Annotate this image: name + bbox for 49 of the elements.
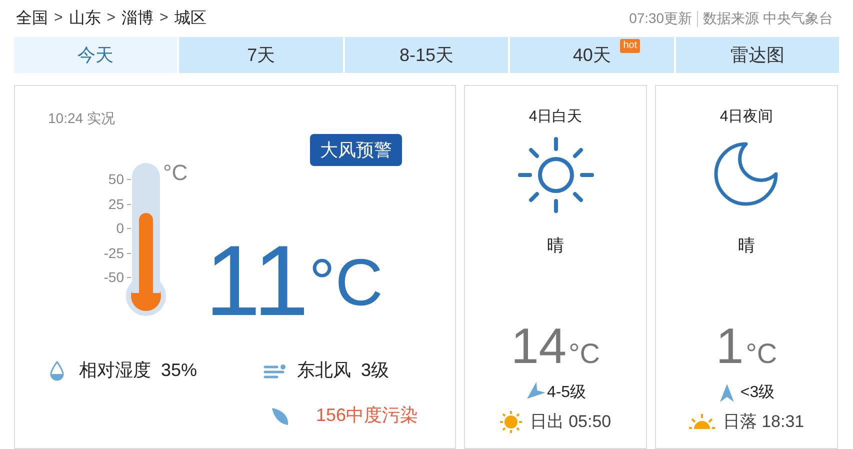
update-time: 07:30更新 <box>629 9 692 28</box>
wind-level: 4-5级 <box>546 383 586 403</box>
observation-time: 10:24 实况 <box>48 109 115 128</box>
scale-unit: °C <box>163 161 188 185</box>
warning-badge: 大风预警 <box>310 134 402 166</box>
period-temperature: 14 <box>510 323 567 369</box>
tab[interactable]: 40天 hot <box>510 37 674 73</box>
data-source: 数据来源 中央气象台 <box>703 9 833 28</box>
temperature-unit: °C <box>568 339 600 369</box>
sun-icon <box>500 410 522 433</box>
sun-time: 日出 05:50 <box>530 411 612 433</box>
temperature-unit: °C <box>746 339 778 369</box>
water-drop-icon <box>50 360 64 380</box>
breadcrumb-separator: > <box>106 8 116 28</box>
sunset-icon <box>688 414 715 430</box>
wind-arrow-icon <box>718 383 736 403</box>
hot-badge: hot <box>620 39 640 53</box>
breadcrumb-separator: > <box>54 8 63 28</box>
humidity-value: 35% <box>161 359 198 382</box>
scale-label: 25 <box>108 196 124 212</box>
breadcrumb-separator: > <box>160 8 168 28</box>
sun-icon <box>516 134 596 214</box>
tab[interactable]: 8-15天 <box>344 37 508 73</box>
breadcrumb-link[interactable]: 全国 <box>16 6 48 30</box>
sun-time: 日落 18:31 <box>722 411 804 433</box>
leaf-icon <box>270 406 290 426</box>
tab[interactable]: 今天 <box>14 37 178 73</box>
period-temperature: 1 <box>716 323 744 369</box>
weather-text: 晴 <box>738 234 755 256</box>
tab[interactable]: 7天 <box>179 37 343 73</box>
scale-label: -50 <box>104 269 124 285</box>
period-title: 4日夜间 <box>720 107 774 127</box>
scale-label: 50 <box>108 171 124 187</box>
period-title: 4日白天 <box>528 107 582 127</box>
breadcrumb-link[interactable]: 淄博 <box>122 6 154 30</box>
scale-label: 0 <box>116 220 124 236</box>
wind-level: 3级 <box>361 359 390 382</box>
wind-level: <3级 <box>740 383 775 403</box>
air-quality: 156中度污染 <box>316 404 418 427</box>
weather-text: 晴 <box>547 234 564 256</box>
tab[interactable]: 雷达图 <box>676 37 840 73</box>
current-temperature: 11 <box>205 231 309 331</box>
temperature-unit: °C <box>308 249 383 315</box>
breadcrumb-link[interactable]: 山东 <box>68 6 101 30</box>
scale-label: -25 <box>104 244 124 260</box>
wind-icon <box>263 362 287 378</box>
humidity-label: 相对湿度 <box>79 359 151 382</box>
breadcrumb-link[interactable]: 城区 <box>174 6 206 30</box>
wind-direction: 东北风 <box>297 359 351 382</box>
